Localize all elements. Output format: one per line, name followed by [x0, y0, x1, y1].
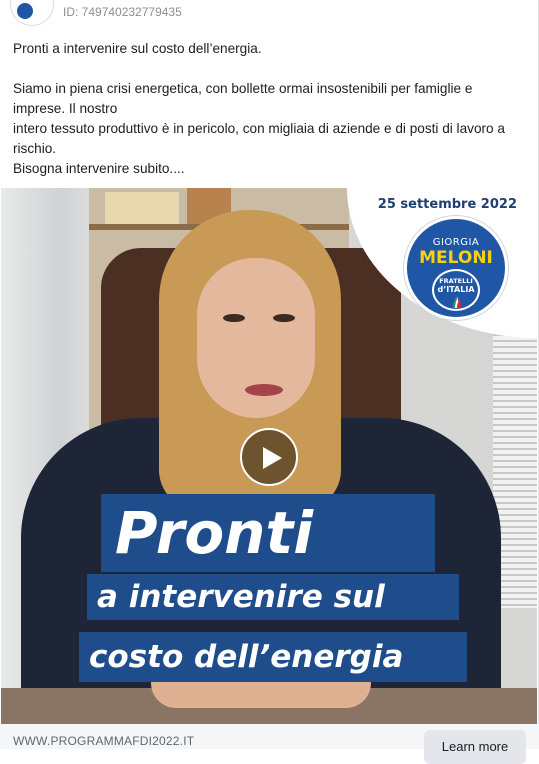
learn-more-button[interactable]: Learn more [424, 730, 526, 764]
post-text-line: intero tessuto produttivo è in pericolo,… [13, 121, 505, 136]
post-text-line: Pronti a intervenire sul costo dell’ener… [13, 41, 262, 56]
destination-link[interactable]: WWW.PROGRAMMAFDI2022.IT [13, 734, 194, 748]
ad-footer: WWW.PROGRAMMAFDI2022.IT Learn more [0, 724, 539, 764]
headline-line-2: a intervenire sul [87, 574, 459, 620]
headline-line-3: costo dell’energia [79, 632, 467, 682]
play-button[interactable] [240, 428, 298, 486]
ad-id: ID: 749740232779435 [63, 5, 182, 19]
post-text-line: Bisogna intervenire subito.... [13, 161, 185, 176]
post-text-line: Siamo in piena crisi energetica, con bol… [13, 81, 473, 96]
play-icon [263, 447, 282, 469]
ad-card: ID: 749740232779435 Pronti a intervenire… [0, 0, 539, 764]
post-text: Pronti a intervenire sul costo dell’ener… [13, 39, 528, 179]
video-media[interactable]: 25 settembre 2022 GIORGIA MELONI FRATELL… [1, 188, 537, 724]
avatar-logo-icon [17, 3, 33, 19]
headline-line-1: Pronti [101, 494, 435, 572]
page-avatar[interactable] [10, 0, 54, 26]
post-text-line: imprese. Il nostro [13, 101, 118, 116]
ad-header: ID: 749740232779435 [0, 0, 539, 28]
post-text-line: rischio. [13, 141, 57, 156]
